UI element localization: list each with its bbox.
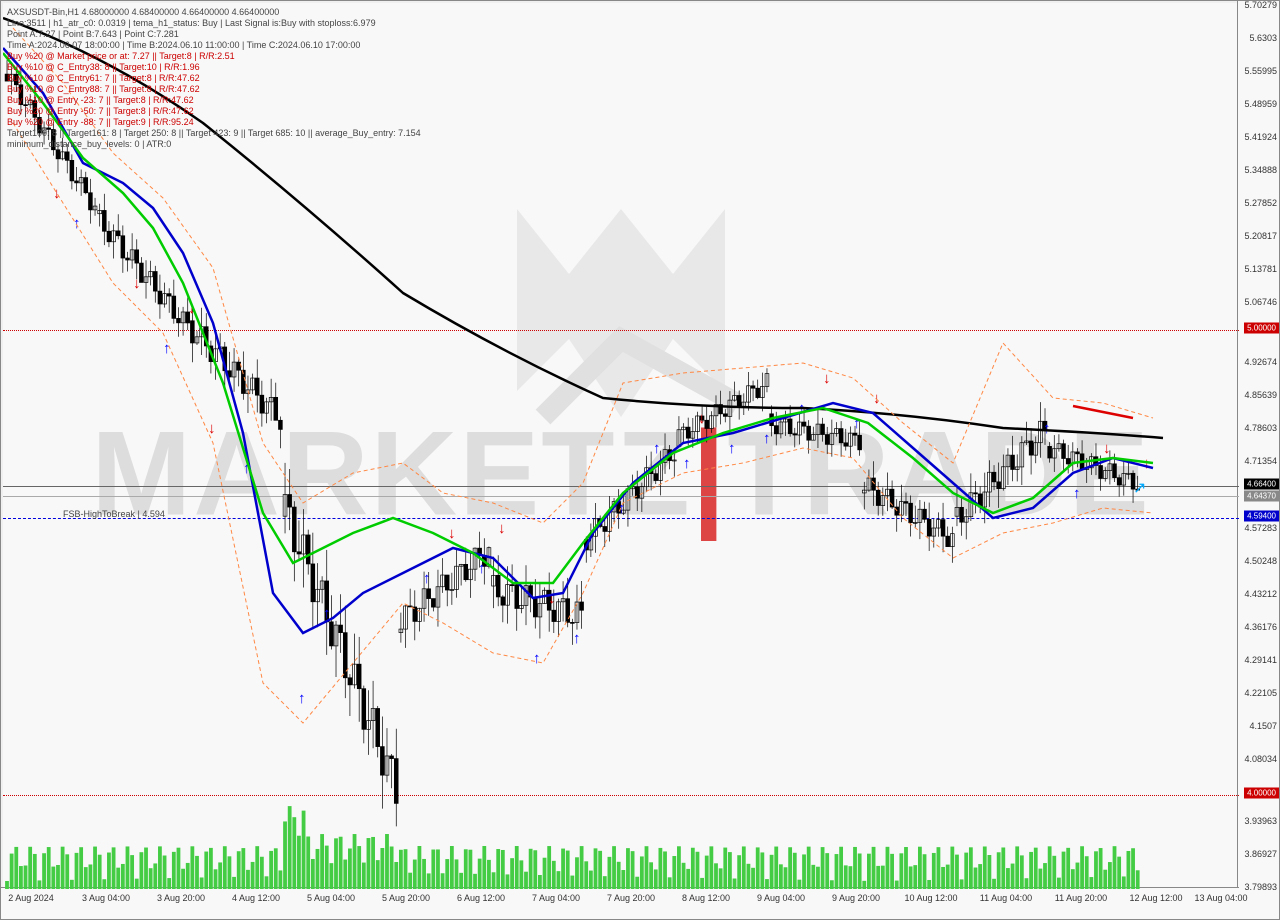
svg-text:↑: ↑ — [478, 560, 486, 577]
info-line-1: Point A:7.27 | Point B:7.643 | Point C:7… — [7, 29, 179, 39]
y-tick: 4.36176 — [1244, 622, 1277, 632]
x-tick: 9 Aug 20:00 — [832, 893, 880, 903]
y-tick: 5.6303 — [1249, 33, 1277, 43]
svg-text:↑: ↑ — [73, 215, 81, 232]
y-tick: 3.86927 — [1244, 849, 1277, 859]
x-tick: 4 Aug 12:00 — [232, 893, 280, 903]
x-tick: 9 Aug 04:00 — [757, 893, 805, 903]
x-tick: 5 Aug 04:00 — [307, 893, 355, 903]
y-tick: 3.79893 — [1244, 882, 1277, 892]
info-line-8: Buy %20 @ Entry -50: 7 || Target:8 | R/R… — [7, 106, 194, 116]
x-tick: 8 Aug 12:00 — [682, 893, 730, 903]
chart-window: MARKETZ|TRADE FSB-HighToBreak | 4.594 AX… — [0, 0, 1280, 920]
y-tick: 4.78603 — [1244, 423, 1277, 433]
info-line-3: Buy %20 @ Market price or at: 7.27 || Ta… — [7, 51, 235, 61]
price-label-current: 4.66400 — [1244, 479, 1279, 490]
y-tick: 4.43212 — [1244, 589, 1277, 599]
x-tick: 11 Aug 20:00 — [1055, 893, 1107, 903]
svg-text:↓: ↓ — [53, 185, 61, 202]
x-tick: 7 Aug 20:00 — [607, 893, 655, 903]
y-tick: 5.41924 — [1244, 132, 1277, 142]
info-line-9: Buy %20 @ Entry -88: 7 || Target:9 | R/R… — [7, 117, 194, 127]
y-tick: 3.93963 — [1244, 816, 1277, 826]
svg-text:↑: ↑ — [163, 340, 171, 357]
watermark-text: MARKETZ|TRADE — [91, 405, 1151, 543]
current-price-line — [3, 486, 1239, 487]
chart-plot-area[interactable]: MARKETZ|TRADE FSB-HighToBreak | 4.594 AX… — [3, 3, 1239, 889]
x-tick: 13 Aug 04:00 — [1194, 893, 1247, 903]
level-4-line — [3, 795, 1239, 796]
y-tick: 5.34888 — [1244, 165, 1277, 175]
svg-text:↓: ↓ — [823, 370, 831, 387]
info-line-11: minimum_distance_buy_levels: 0 | ATR:0 — [7, 139, 171, 149]
info-line-0: Line:3511 | h1_atr_c0: 0.0319 | tema_h1_… — [7, 18, 376, 28]
svg-text:↓: ↓ — [188, 300, 196, 317]
y-tick: 5.20817 — [1244, 231, 1277, 241]
x-axis: 2 Aug 2024 3 Aug 04:00 3 Aug 20:00 4 Aug… — [1, 887, 1239, 919]
info-line-6: Buy %10 @ C_Entry88: 7 || Target:8 | R/R… — [7, 84, 200, 94]
info-line-10: Target100: 8 || Target161: 8 | Target 25… — [7, 128, 421, 138]
x-tick: 5 Aug 20:00 — [382, 893, 430, 903]
svg-text:↓: ↓ — [133, 275, 141, 292]
y-tick: 4.29141 — [1244, 655, 1277, 665]
price-line-2 — [3, 496, 1239, 497]
y-tick: 4.22105 — [1244, 688, 1277, 698]
x-tick: 3 Aug 04:00 — [82, 893, 130, 903]
y-tick: 5.48959 — [1244, 99, 1277, 109]
y-tick: 4.71354 — [1244, 456, 1277, 466]
y-tick: 5.06746 — [1244, 297, 1277, 307]
y-tick: 5.13781 — [1244, 264, 1277, 274]
y-tick: 4.1507 — [1249, 721, 1277, 731]
level-5-line — [3, 330, 1239, 331]
x-tick: 11 Aug 04:00 — [980, 893, 1032, 903]
svg-text:↑: ↑ — [323, 605, 331, 622]
price-label-4: 4.00000 — [1244, 788, 1279, 799]
y-axis: 5.70279 5.6303 5.55995 5.48959 5.41924 5… — [1237, 1, 1279, 919]
x-tick: 12 Aug 12:00 — [1129, 893, 1182, 903]
fsb-high-to-break-line — [3, 518, 1239, 519]
x-tick: 6 Aug 12:00 — [457, 893, 505, 903]
y-tick: 4.57283 — [1244, 523, 1277, 533]
svg-text:↓: ↓ — [548, 590, 556, 607]
info-line-5: Buy %10 @ C_Entry61: 7 || Target:8 | R/R… — [7, 73, 200, 83]
y-tick: 4.50248 — [1244, 556, 1277, 566]
x-tick: 3 Aug 20:00 — [157, 893, 205, 903]
y-tick: 4.85639 — [1244, 390, 1277, 400]
x-tick: 2 Aug 2024 — [8, 893, 54, 903]
svg-text:↑: ↑ — [298, 690, 306, 707]
x-tick: 10 Aug 12:00 — [904, 893, 957, 903]
svg-text:↑: ↑ — [423, 570, 431, 587]
svg-text:↑: ↑ — [533, 650, 541, 667]
y-tick: 5.55995 — [1244, 66, 1277, 76]
info-line-7: Buy %10 @ Entry -23: 7 || Target:8 | R/R… — [7, 95, 194, 105]
price-label-gray: 4.64370 — [1244, 491, 1279, 502]
chart-title: AXSUSDT-Bin,H1 4.68000000 4.68400000 4.6… — [7, 7, 279, 17]
svg-text:↑: ↑ — [573, 630, 581, 647]
y-tick: 4.92674 — [1244, 357, 1277, 367]
price-label-fsb: 4.59400 — [1244, 511, 1279, 522]
info-line-2: Time A:2024.06.07 18:00:00 | Time B:2024… — [7, 40, 360, 50]
x-tick: 7 Aug 04:00 — [532, 893, 580, 903]
y-tick: 5.27852 — [1244, 198, 1277, 208]
y-tick: 5.70279 — [1244, 0, 1277, 10]
price-label-5: 5.00000 — [1244, 323, 1279, 334]
fsb-label: FSB-HighToBreak | 4.594 — [63, 509, 165, 519]
info-line-4: Buy %10 @ C_Entry38: 8 || Target:10 | R/… — [7, 62, 200, 72]
y-tick: 4.08034 — [1244, 754, 1277, 764]
